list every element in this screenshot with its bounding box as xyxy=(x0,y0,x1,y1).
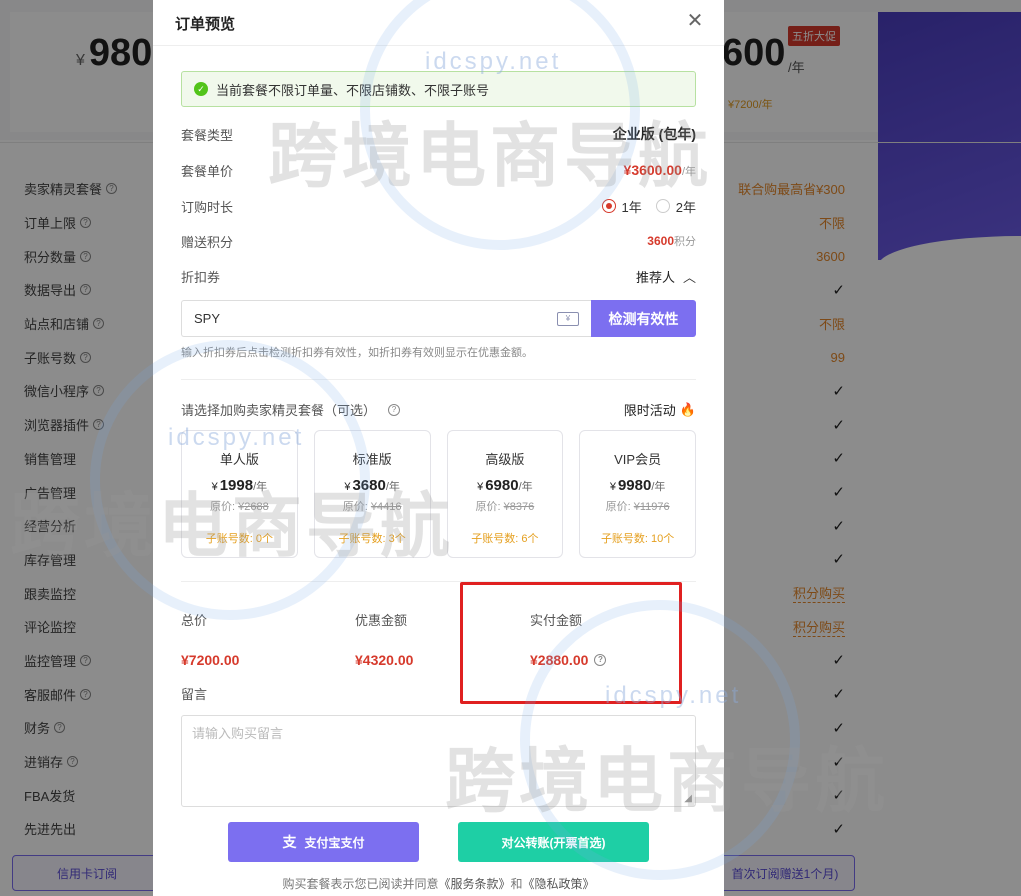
coupon-ticket-icon: ¥ xyxy=(557,311,579,326)
plan-subaccounts: 子账号数: 10个 xyxy=(600,533,675,545)
plan-original-price: 原价: ¥2688 xyxy=(210,501,269,513)
plan-type-value: 企业版 (包年) xyxy=(612,126,696,142)
notice-text: 当前套餐不限订单量、不限店铺数、不限子账号 xyxy=(216,82,490,98)
bonus-points-label: 赠送积分 xyxy=(181,234,234,250)
unit-price-row: 套餐单价 ¥3600.00/年 xyxy=(181,159,696,181)
message-textarea[interactable]: 请输入购买留言 ◢ xyxy=(181,715,696,807)
plan-original-price: 原价: ¥4416 xyxy=(342,501,402,513)
plan-type-label: 套餐类型 xyxy=(181,127,234,143)
modal-header: 订单预览 ✕ xyxy=(153,0,724,46)
plan-name: 标准版 xyxy=(352,452,392,467)
privacy-link[interactable]: 《隐私政策》 xyxy=(523,877,595,891)
addon-plan-card[interactable]: VIP会员 ¥9980/年原价: ¥11976 子账号数: 10个 xyxy=(579,430,696,558)
recommender-toggle[interactable]: 推荐人 ︿ xyxy=(636,267,696,286)
alipay-icon: 支 xyxy=(282,834,297,850)
modal-title: 订单预览 xyxy=(175,16,236,33)
fire-icon: 🔥 xyxy=(679,401,696,417)
plan-name: 高级版 xyxy=(485,452,525,467)
addon-plan-card[interactable]: 单人版 ¥1998/年原价: ¥2688 子账号数: 0个 xyxy=(181,430,298,558)
discount-amount: 优惠金额 ¥4320.00 xyxy=(355,613,414,668)
plan-name: VIP会员 xyxy=(614,452,662,467)
plan-price: ¥9980/年 xyxy=(609,477,666,494)
agreement-text: 购买套餐表示您已阅读并同意《服务条款》和《隐私政策》 xyxy=(282,877,595,891)
bonus-points-value: 3600积分 xyxy=(647,234,696,248)
coupon-hint: 输入折扣券后点击检测折扣券有效性，如折扣券有效则显示在优惠金额。 xyxy=(181,347,533,359)
duration-option-1-year[interactable]: 1年 xyxy=(601,197,642,216)
plan-subaccounts: 子账号数: 0个 xyxy=(205,533,273,545)
coupon-row: 折扣券 推荐人 ︿ xyxy=(181,265,696,287)
addon-title: 请选择加购卖家精灵套餐（可选） ? xyxy=(181,400,401,419)
help-icon[interactable]: ? xyxy=(388,403,401,416)
duration-option-2-year[interactable]: 2年 xyxy=(655,197,696,216)
plan-price: ¥6980/年 xyxy=(477,477,533,494)
duration-label: 订购时长 xyxy=(181,199,234,215)
unit-price-label: 套餐单价 xyxy=(181,163,234,179)
plan-subaccounts: 子账号数: 3个 xyxy=(338,533,406,545)
duration-row: 订购时长 1年 2年 xyxy=(181,195,696,217)
divider xyxy=(181,379,696,380)
bank-transfer-button[interactable]: 对公转账(开票首选) xyxy=(458,822,649,862)
radio-unselected-icon xyxy=(655,199,670,213)
total-price: 总价 ¥7200.00 xyxy=(181,613,240,668)
limited-offer: 限时活动 🔥 xyxy=(623,401,696,419)
plan-price: ¥3680/年 xyxy=(344,477,400,494)
check-circle-icon: ✓ xyxy=(194,82,208,96)
resize-handle-icon[interactable]: ◢ xyxy=(684,793,692,804)
plan-type-row: 套餐类型 企业版 (包年) xyxy=(181,123,696,145)
terms-link[interactable]: 《服务条款》 xyxy=(438,877,510,891)
plan-original-price: 原价: ¥8376 xyxy=(475,501,535,513)
plan-price: ¥1998/年 xyxy=(211,477,268,494)
alipay-button[interactable]: 支 支付宝支付 xyxy=(228,822,419,862)
coupon-input-group: SPY ¥ 检测有效性 xyxy=(181,300,696,337)
check-coupon-button[interactable]: 检测有效性 xyxy=(591,300,696,337)
unlimited-notice: ✓ 当前套餐不限订单量、不限店铺数、不限子账号 xyxy=(181,71,696,107)
duration-radio-group: 1年 2年 xyxy=(601,197,696,216)
plan-subaccounts: 子账号数: 6个 xyxy=(471,533,539,545)
unit-price-value: ¥3600.00/年 xyxy=(623,161,696,178)
coupon-input[interactable]: SPY ¥ xyxy=(181,300,591,337)
addon-plan-card[interactable]: 标准版 ¥3680/年原价: ¥4416 子账号数: 3个 xyxy=(313,430,431,558)
order-preview-modal: 订单预览 ✕ ✓ 当前套餐不限订单量、不限店铺数、不限子账号 套餐类型 企业版 … xyxy=(153,0,724,896)
plan-original-price: 原价: ¥11976 xyxy=(605,501,670,513)
highlight-annotation xyxy=(460,582,682,704)
message-label: 留言 xyxy=(181,687,208,702)
radio-selected-icon xyxy=(601,199,616,213)
plan-name: 单人版 xyxy=(219,452,259,467)
addon-plan-list: 单人版 ¥1998/年原价: ¥2688 子账号数: 0个 标准版 ¥3680/年原价:… xyxy=(181,430,696,558)
addon-plan-card[interactable]: 高级版 ¥6980/年原价: ¥8376 子账号数: 6个 xyxy=(446,430,564,558)
chevron-up-icon: ︿ xyxy=(682,269,696,285)
coupon-label: 折扣券 xyxy=(181,269,221,285)
bonus-points-row: 赠送积分 3600积分 xyxy=(181,230,696,252)
close-icon[interactable]: ✕ xyxy=(684,10,706,32)
